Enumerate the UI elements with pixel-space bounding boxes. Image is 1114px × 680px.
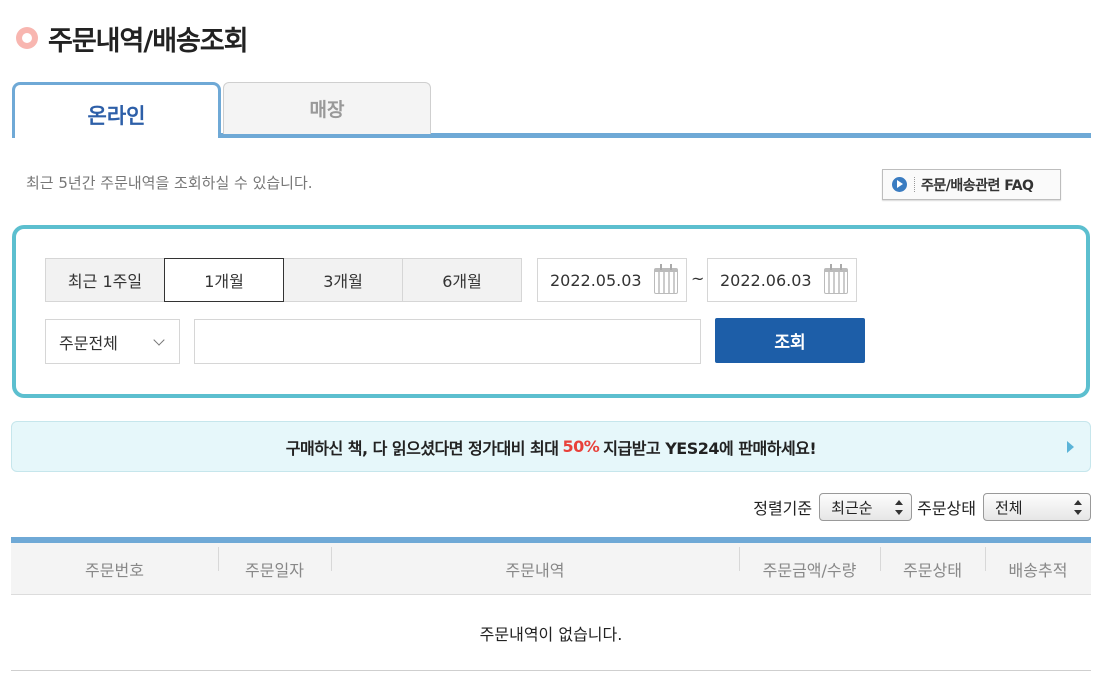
period-selector: 최근 1주일 1개월 3개월 6개월	[45, 258, 522, 302]
tab-store[interactable]: 매장	[223, 82, 431, 134]
sort-label: 정렬기준	[753, 499, 813, 518]
search-submit-button[interactable]: 조회	[715, 318, 865, 363]
status-select[interactable]: 전체	[983, 493, 1091, 521]
calendar-icon[interactable]	[824, 264, 848, 294]
tab-online[interactable]: 온라인	[12, 82, 221, 138]
search-panel: 최근 1주일 1개월 3개월 6개월 2022.05.03 ~ 2022.06.…	[12, 225, 1090, 398]
banner-text-before: 구매하신 책, 다 읽으셨다면 정가대비 최대	[285, 438, 559, 458]
chevron-down-icon	[153, 334, 165, 346]
sort-select-value: 최근순	[831, 498, 873, 517]
sort-controls: 정렬기준 최근순 주문상태 전체	[753, 492, 1091, 522]
date-to-field[interactable]: 2022.06.03	[707, 258, 857, 302]
period-3month-button[interactable]: 3개월	[283, 258, 403, 302]
search-keyword-input[interactable]	[194, 319, 701, 364]
updown-arrows-icon	[1074, 500, 1082, 515]
page-title: 주문내역/배송조회	[48, 25, 249, 57]
banner-highlight: 50%	[562, 437, 600, 456]
table-header: 주문번호 주문일자 주문내역 주문금액/수량 주문상태 배송추적	[11, 543, 1091, 595]
column-header-order-status: 주문상태	[903, 561, 962, 580]
date-to-value: 2022.06.03	[720, 270, 812, 290]
column-header-tracking: 배송추적	[1008, 561, 1068, 580]
sort-select[interactable]: 최근순	[819, 493, 913, 521]
faq-divider	[914, 177, 915, 192]
play-circle-icon	[892, 177, 907, 192]
faq-button[interactable]: 주문/배송관련 FAQ	[882, 169, 1061, 200]
column-header-order-details: 주문내역	[505, 561, 565, 580]
period-6month-button[interactable]: 6개월	[402, 258, 522, 302]
column-header-order-date: 주문일자	[245, 561, 304, 580]
empty-message: 주문내역이 없습니다.	[479, 624, 623, 644]
date-from-value: 2022.05.03	[550, 270, 642, 290]
channel-tabs: 온라인 매장	[12, 82, 1091, 140]
period-1week-button[interactable]: 최근 1주일	[45, 258, 165, 302]
date-range-separator: ~	[691, 269, 705, 288]
arrow-right-icon	[1067, 441, 1074, 453]
column-header-amount-quantity: 주문금액/수량	[762, 561, 857, 580]
calendar-icon[interactable]	[654, 264, 678, 294]
order-type-select[interactable]: 주문전체	[45, 319, 180, 364]
updown-arrows-icon	[895, 500, 904, 515]
banner-text-after: 지급받고 YES24에 판매하세요!	[603, 438, 817, 458]
status-select-value: 전체	[995, 498, 1023, 517]
order-type-value: 주문전체	[59, 333, 118, 353]
page-header: 주문내역/배송조회	[16, 20, 249, 57]
order-table: 주문번호 주문일자 주문내역 주문금액/수량 주문상태 배송추적 주문내역이 없…	[11, 537, 1091, 671]
faq-button-label: 주문/배송관련 FAQ	[921, 177, 1034, 194]
date-from-field[interactable]: 2022.05.03	[537, 258, 687, 302]
status-label: 주문상태	[917, 499, 976, 518]
table-empty-row: 주문내역이 없습니다.	[11, 595, 1091, 671]
column-header-order-number: 주문번호	[85, 561, 144, 580]
title-bullet-icon	[16, 27, 38, 49]
period-notice: 최근 5년간 주문내역을 조회하실 수 있습니다.	[26, 174, 313, 192]
period-1month-button[interactable]: 1개월	[164, 258, 284, 302]
resale-promo-banner[interactable]: 구매하신 책, 다 읽으셨다면 정가대비 최대 50% 지급받고 YES24에 …	[11, 421, 1091, 472]
